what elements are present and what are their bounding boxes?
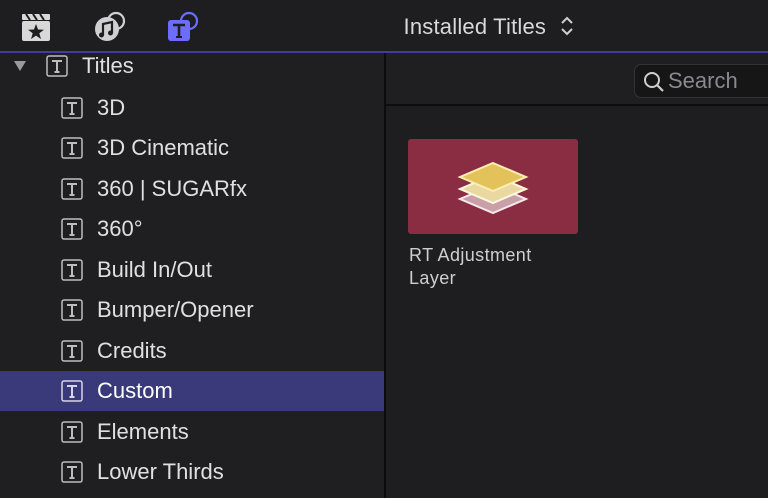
disclosure-triangle-icon[interactable] bbox=[12, 58, 28, 74]
sidebar-item-label: Lower Thirds bbox=[97, 459, 224, 484]
library-selector[interactable]: Installed Titles bbox=[0, 14, 768, 40]
sidebar-item-elements[interactable]: Elements bbox=[0, 412, 384, 452]
sidebar-item-credits[interactable]: Credits bbox=[0, 331, 384, 371]
title-category-icon bbox=[61, 218, 83, 240]
sidebar-item-custom[interactable]: Custom bbox=[0, 371, 384, 411]
title-category-icon bbox=[61, 340, 83, 362]
sidebar-item-label: 3D Cinematic bbox=[97, 135, 230, 160]
category-sidebar: Titles 3D 3D Cinematic 360 | SUGARfx 360… bbox=[0, 53, 384, 498]
sidebar-item-label: Credits bbox=[97, 338, 167, 363]
layers-stack-icon bbox=[457, 161, 529, 215]
title-category-icon bbox=[61, 461, 83, 483]
titles-browser-window: Installed Titles Titles 3D 3D Cinematic … bbox=[0, 0, 768, 498]
title-category-icon bbox=[61, 259, 83, 281]
sidebar-root-titles[interactable]: Titles bbox=[0, 53, 384, 84]
sidebar-item-label: Bumper/Opener bbox=[97, 297, 254, 322]
library-title: Installed Titles bbox=[403, 14, 547, 39]
title-tile-rt-adjustment-layer[interactable] bbox=[408, 139, 578, 234]
sidebar-item-3d-cinematic[interactable]: 3D Cinematic bbox=[0, 128, 384, 168]
sidebar-root-label: Titles bbox=[82, 53, 134, 78]
sidebar-item-3d[interactable]: 3D bbox=[0, 88, 384, 128]
sidebar-item-label: Elements bbox=[97, 419, 189, 444]
search-icon bbox=[644, 72, 664, 92]
sidebar-item-bumper-opener[interactable]: Bumper/Opener bbox=[0, 290, 384, 330]
title-category-icon bbox=[61, 137, 83, 159]
sidebar-item-label: Custom bbox=[97, 378, 173, 403]
tile-caption: RT Adjustment Layer bbox=[409, 245, 532, 288]
search-bar: Search bbox=[386, 53, 768, 106]
browser-toolbar: Installed Titles bbox=[0, 0, 768, 53]
sidebar-item-360-sugarfx[interactable]: 360 | SUGARfx bbox=[0, 169, 384, 209]
search-placeholder: Search bbox=[668, 68, 738, 93]
title-category-icon bbox=[61, 97, 83, 119]
title-category-icon bbox=[61, 178, 83, 200]
title-category-icon bbox=[61, 421, 83, 443]
title-category-icon bbox=[61, 380, 83, 402]
sidebar-item-build-in-out[interactable]: Build In/Out bbox=[0, 250, 384, 290]
sidebar-item-label: 3D bbox=[97, 95, 126, 120]
chevron-updown-icon bbox=[561, 16, 574, 36]
title-category-icon bbox=[46, 55, 68, 77]
sidebar-item-label: 360° bbox=[97, 216, 143, 241]
sidebar-item-label: Build In/Out bbox=[97, 257, 212, 282]
sidebar-item-lower-thirds[interactable]: Lower Thirds bbox=[0, 452, 384, 492]
search-input[interactable]: Search bbox=[634, 64, 768, 98]
sidebar-item-label: 360 | SUGARfx bbox=[97, 176, 247, 201]
titles-content-pane: Search RT Adjustment Layer bbox=[386, 53, 768, 498]
sidebar-item-360-degree[interactable]: 360° bbox=[0, 209, 384, 249]
title-category-icon bbox=[61, 299, 83, 321]
